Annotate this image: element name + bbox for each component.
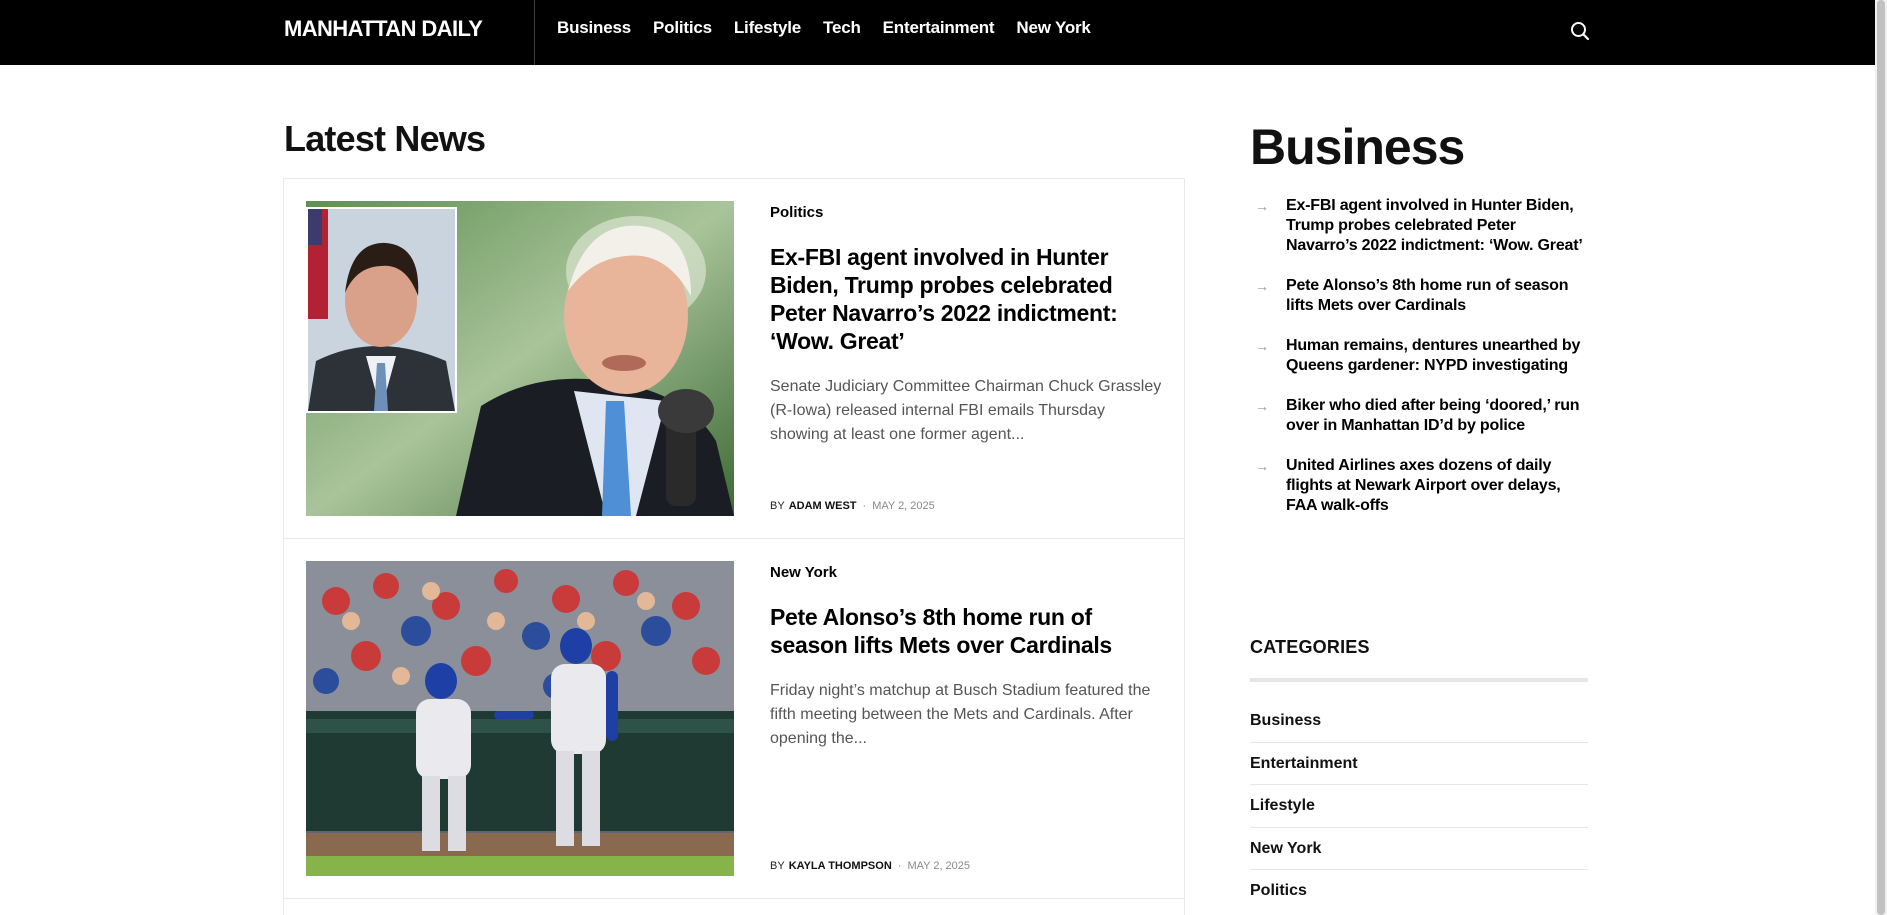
category-item-politics[interactable]: Politics	[1250, 870, 1588, 913]
business-headline-link[interactable]: Human remains, dentures unearthed by Que…	[1286, 337, 1580, 374]
article-date: MAY 2, 2025	[907, 860, 971, 872]
list-item: → Pete Alonso’s 8th home run of season l…	[1250, 276, 1590, 316]
categories-list: Business Entertainment Lifestyle New Yor…	[1250, 700, 1588, 913]
business-headline-link[interactable]: United Airlines axes dozens of daily fli…	[1286, 457, 1561, 514]
byline-prefix: BY	[770, 860, 785, 872]
article-card: New York Pete Alonso’s 8th home run of s…	[284, 539, 1184, 899]
byline-prefix: BY	[770, 500, 785, 512]
main-nav: Business Politics Lifestyle Tech Enterta…	[557, 18, 1091, 38]
article-excerpt: Senate Judiciary Committee Chairman Chuc…	[770, 378, 1162, 443]
meta-separator: ·	[862, 500, 867, 512]
categories-divider	[1250, 678, 1588, 682]
nav-item-tech[interactable]: Tech	[823, 18, 861, 38]
latest-news-heading: Latest News	[284, 118, 486, 159]
nav-item-politics[interactable]: Politics	[653, 18, 712, 38]
nav-divider	[534, 0, 535, 65]
article-meta: BY KAYLA THOMPSON · MAY 2, 2025	[770, 860, 970, 872]
business-headline-link[interactable]: Ex-FBI agent involved in Hunter Biden, T…	[1286, 197, 1583, 254]
category-item-entertainment[interactable]: Entertainment	[1250, 743, 1588, 785]
page-scrollbar[interactable]	[1875, 0, 1887, 915]
nav-item-lifestyle[interactable]: Lifestyle	[734, 18, 801, 38]
article-headline[interactable]: Pete Alonso’s 8th home run of season lif…	[770, 603, 1165, 659]
nav-item-new-york[interactable]: New York	[1016, 18, 1091, 38]
list-item: → Human remains, dentures unearthed by Q…	[1250, 336, 1590, 376]
meta-separator: ·	[897, 860, 902, 872]
business-headline-link[interactable]: Pete Alonso’s 8th home run of season lif…	[1286, 277, 1569, 314]
categories-heading: CATEGORIES	[1250, 637, 1370, 657]
arrow-right-icon: →	[1255, 278, 1269, 294]
article-meta: BY ADAM WEST · MAY 2, 2025	[770, 500, 935, 512]
scrollbar-thumb[interactable]	[1877, 0, 1885, 915]
article-category[interactable]: New York	[770, 564, 1165, 581]
business-headline-link[interactable]: Biker who died after being ‘doored,’ run…	[1286, 397, 1580, 434]
category-item-business[interactable]: Business	[1250, 700, 1588, 743]
article-headline[interactable]: Ex-FBI agent involved in Hunter Biden, T…	[770, 243, 1165, 355]
arrow-right-icon: →	[1255, 398, 1269, 414]
arrow-right-icon: →	[1255, 338, 1269, 354]
article-category[interactable]: Politics	[770, 204, 1165, 221]
business-list: → Ex-FBI agent involved in Hunter Biden,…	[1250, 196, 1590, 536]
article-excerpt: Friday night’s matchup at Busch Stadium …	[770, 682, 1151, 747]
search-icon[interactable]	[1568, 19, 1592, 43]
list-item: → Ex-FBI agent involved in Hunter Biden,…	[1250, 196, 1590, 256]
latest-news-feed: Politics Ex-FBI agent involved in Hunter…	[283, 178, 1185, 915]
arrow-right-icon: →	[1255, 458, 1269, 474]
list-item: → United Airlines axes dozens of daily f…	[1250, 456, 1590, 516]
article-card: Politics Ex-FBI agent involved in Hunter…	[284, 179, 1184, 539]
category-item-lifestyle[interactable]: Lifestyle	[1250, 785, 1588, 828]
article-text: Politics Ex-FBI agent involved in Hunter…	[770, 204, 1165, 447]
article-author[interactable]: ADAM WEST	[789, 500, 857, 512]
nav-item-business[interactable]: Business	[557, 18, 631, 38]
arrow-right-icon: →	[1255, 198, 1269, 214]
site-logo[interactable]: MANHATTAN DAILY	[284, 16, 483, 42]
article-author[interactable]: KAYLA THOMPSON	[789, 860, 892, 872]
article-image[interactable]	[306, 201, 734, 516]
top-navigation-bar: MANHATTAN DAILY Business Politics Lifest…	[0, 0, 1887, 65]
list-item: → Biker who died after being ‘doored,’ r…	[1250, 396, 1590, 436]
nav-item-entertainment[interactable]: Entertainment	[883, 18, 995, 38]
article-date: MAY 2, 2025	[872, 500, 935, 512]
article-text: New York Pete Alonso’s 8th home run of s…	[770, 564, 1165, 751]
article-image[interactable]	[306, 561, 734, 876]
category-item-new-york[interactable]: New York	[1250, 828, 1588, 870]
business-section-heading[interactable]: Business	[1250, 118, 1465, 176]
